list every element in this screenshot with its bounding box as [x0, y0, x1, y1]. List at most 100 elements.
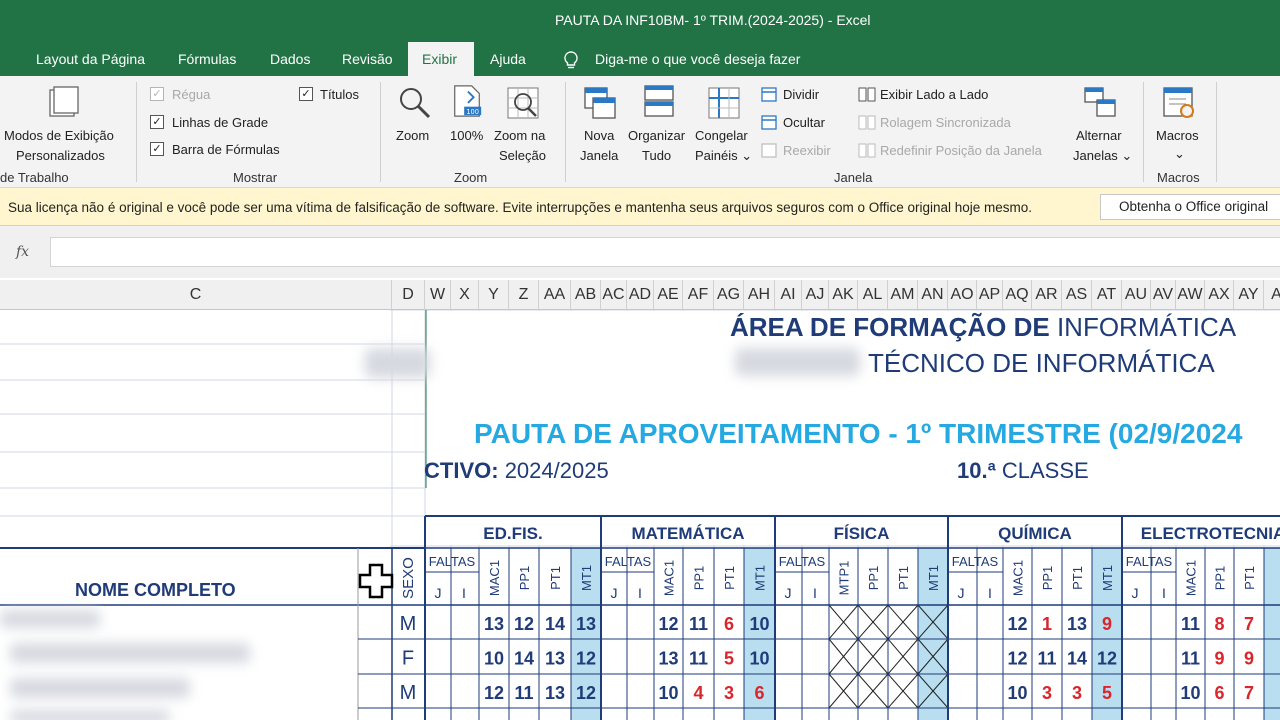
sync-scroll-button[interactable]: Rolagem Sincronizada — [880, 115, 1011, 130]
column-header-au[interactable]: AU — [1122, 280, 1151, 310]
get-office-button[interactable]: Obtenha o Office original — [1100, 194, 1280, 220]
column-header-af[interactable]: AF — [683, 280, 714, 310]
macros-icon[interactable] — [1162, 86, 1196, 120]
switch-windows-label-2[interactable]: Janelas ⌄ — [1073, 148, 1132, 164]
lightbulb-icon — [564, 51, 578, 69]
grade-value: 3 — [1042, 683, 1052, 703]
column-header-aq[interactable]: AQ — [1003, 280, 1032, 310]
tab-layout[interactable]: Layout da Página — [22, 42, 159, 76]
zoom-selection-label-1[interactable]: Zoom na — [494, 128, 545, 143]
macros-chevron-down-icon[interactable]: ⌄ — [1174, 146, 1185, 162]
hide-window-button[interactable]: Ocultar — [783, 115, 825, 130]
split-button[interactable]: Dividir — [783, 87, 819, 102]
grade-value: 12 — [658, 614, 678, 634]
column-headers: C D W X Y Z AA AB AC AD AE AF AG AH AI AJ AK AL AM AN AO AP AQ… — [0, 280, 1280, 310]
worksheet[interactable]: ED.FIS. FALTAS J I MAC1 PP1 PT1 MT1 MATEMÁTICA FA… — [0, 310, 1280, 720]
zoom-selection-icon[interactable] — [506, 86, 540, 120]
grade-value: 9 — [1214, 649, 1224, 669]
column-header-ac[interactable]: AC — [601, 280, 627, 310]
custom-views-label-1[interactable]: Modos de Exibição — [4, 128, 114, 143]
column-header-ae[interactable]: AE — [654, 280, 683, 310]
nome-completo-header: NOME COMPLETO — [75, 580, 236, 600]
grade-value: 13 — [658, 649, 678, 669]
zoom-selection-label-2[interactable]: Seleção — [499, 148, 546, 163]
column-header-al[interactable]: AL — [858, 280, 888, 310]
custom-views-label-2[interactable]: Personalizados — [16, 148, 105, 163]
group-separator — [380, 82, 381, 182]
tab-ajuda[interactable]: Ajuda — [476, 42, 540, 76]
arrange-all-label-1[interactable]: Organizar — [628, 128, 685, 143]
formula-bar-label: Barra de Fórmulas — [172, 142, 280, 157]
column-header-w[interactable]: W — [425, 280, 451, 310]
reset-window-button[interactable]: Redefinir Posição da Janela — [880, 143, 1042, 158]
grade-value: 11 — [1181, 614, 1200, 634]
column-header-a[interactable]: A — [1264, 280, 1280, 310]
column-header-ad[interactable]: AD — [627, 280, 654, 310]
regua-checkbox[interactable]: ✓ — [150, 87, 164, 101]
formula-bar-checkbox[interactable]: ✓ — [150, 142, 164, 156]
subject-name: ED.FIS. — [483, 524, 543, 543]
side-by-side-button[interactable]: Exibir Lado a Lado — [880, 87, 988, 102]
column-header-x[interactable]: X — [451, 280, 479, 310]
column-header-ap[interactable]: AP — [977, 280, 1003, 310]
column-header-ao[interactable]: AO — [948, 280, 977, 310]
grade-value: 9 — [1244, 649, 1254, 669]
column-header-av[interactable]: AV — [1151, 280, 1176, 310]
zoom-icon[interactable] — [398, 86, 432, 120]
column-header-ag[interactable]: AG — [714, 280, 744, 310]
macros-label[interactable]: Macros — [1156, 128, 1199, 143]
column-header-z[interactable]: Z — [509, 280, 539, 310]
column-header-d[interactable]: D — [392, 280, 425, 310]
tab-dados[interactable]: Dados — [256, 42, 324, 76]
column-header-ab[interactable]: AB — [571, 280, 601, 310]
area-heading-light: INFORMÁTICA — [1056, 312, 1237, 342]
formula-input[interactable] — [50, 237, 1280, 267]
new-window-icon[interactable] — [583, 86, 617, 120]
switch-windows-icon[interactable] — [1083, 86, 1117, 120]
headings-checkbox[interactable]: ✓ — [299, 87, 313, 101]
unhide-window-button[interactable]: Reexibir — [783, 143, 831, 158]
column-header-am[interactable]: AM — [888, 280, 918, 310]
fx-icon[interactable]: fx — [16, 244, 29, 260]
column-header-at[interactable]: AT — [1092, 280, 1122, 310]
grade-value: 12 — [514, 614, 534, 634]
sexo-value: M — [400, 613, 417, 635]
arrange-all-icon[interactable] — [642, 84, 676, 118]
column-header-ar[interactable]: AR — [1032, 280, 1062, 310]
arrange-all-label-2[interactable]: Tudo — [642, 148, 671, 163]
freeze-panes-label-1[interactable]: Congelar — [695, 128, 748, 143]
new-window-label-1[interactable]: Nova — [584, 128, 614, 143]
freeze-panes-label-2[interactable]: Painéis ⌄ — [695, 148, 752, 164]
column-header-as[interactable]: AS — [1062, 280, 1092, 310]
tell-me-search[interactable]: Diga-me o que você deseja fazer — [595, 42, 800, 76]
column-header-an[interactable]: AN — [918, 280, 948, 310]
faltas-j: J — [785, 585, 792, 601]
grade-value: 10 — [1180, 683, 1200, 703]
column-header-c[interactable]: C — [0, 280, 392, 310]
column-header-ax[interactable]: AX — [1205, 280, 1234, 310]
faltas-header: FALTAS — [952, 554, 999, 569]
tab-revisao[interactable]: Revisão — [328, 42, 407, 76]
assessment-header: MTP1 — [837, 561, 852, 596]
zoom-label[interactable]: Zoom — [396, 128, 429, 143]
gridlines-checkbox[interactable]: ✓ — [150, 115, 164, 129]
tab-formulas[interactable]: Fórmulas — [164, 42, 250, 76]
column-header-aa[interactable]: AA — [539, 280, 571, 310]
column-header-ak[interactable]: AK — [829, 280, 858, 310]
zoom-100-label[interactable]: 100% — [450, 128, 483, 143]
assessment-header: PP1 — [1040, 566, 1055, 591]
column-header-ah[interactable]: AH — [744, 280, 775, 310]
zoom-100-icon[interactable]: 100 — [450, 84, 484, 118]
custom-views-icon[interactable] — [46, 86, 80, 120]
column-header-aj[interactable]: AJ — [802, 280, 829, 310]
column-header-y[interactable]: Y — [479, 280, 509, 310]
switch-windows-label-1[interactable]: Alternar — [1076, 128, 1122, 143]
column-header-ay[interactable]: AY — [1234, 280, 1264, 310]
column-header-ai[interactable]: AI — [775, 280, 802, 310]
freeze-panes-icon[interactable] — [707, 86, 741, 120]
assessment-header: MAC1 — [487, 560, 502, 596]
column-header-aw[interactable]: AW — [1176, 280, 1205, 310]
tab-exibir[interactable]: Exibir — [408, 42, 474, 76]
new-window-label-2[interactable]: Janela — [580, 148, 618, 163]
side-by-side-icon — [858, 87, 876, 102]
